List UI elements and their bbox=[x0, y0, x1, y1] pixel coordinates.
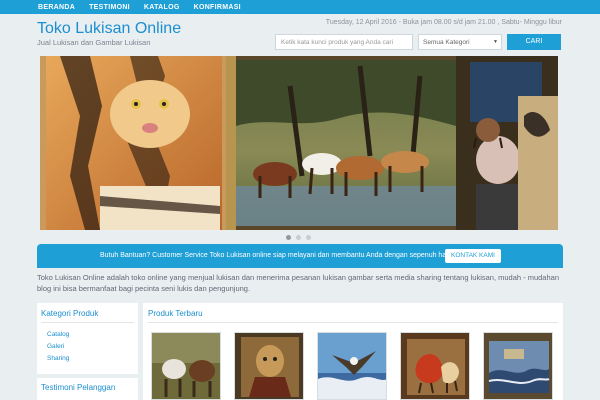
slider-dot-2[interactable] bbox=[296, 235, 301, 240]
intro-paragraph: Toko Lukisan Online adalah toko online y… bbox=[37, 273, 559, 293]
help-text: Butuh Bantuan? Customer Service Toko Luk… bbox=[100, 252, 452, 259]
category-select[interactable]: Semua Kategori ▼ bbox=[418, 34, 502, 50]
sidebar-testimoni: Testimoni Pelanggan bbox=[37, 378, 138, 400]
sidebar-testimoni-title: Testimoni Pelanggan bbox=[41, 383, 116, 392]
contact-button[interactable]: KONTAK KAMI bbox=[445, 249, 501, 263]
products-title: Produk Terbaru bbox=[148, 309, 203, 318]
slider-dots bbox=[286, 235, 311, 240]
slider-dot-1[interactable] bbox=[286, 235, 291, 240]
slider-dot-3[interactable] bbox=[306, 235, 311, 240]
nav-item-testimoni[interactable]: TESTIMONI bbox=[89, 4, 130, 11]
site-title[interactable]: Toko Lukisan Online bbox=[37, 20, 181, 38]
sidebar-item-catalog[interactable]: Catalog bbox=[47, 331, 69, 343]
product-thumbnail[interactable] bbox=[483, 332, 553, 400]
search-button[interactable]: CARI bbox=[507, 34, 561, 50]
nav-item-konfirmasi[interactable]: KONFIRMASI bbox=[194, 4, 241, 11]
sidebar-categories-title: Kategori Produk bbox=[41, 309, 99, 318]
product-thumbnail[interactable] bbox=[317, 332, 387, 400]
search-input[interactable]: Ketik kata kunci produk yang Anda cari bbox=[275, 34, 413, 50]
help-banner: Butuh Bantuan? Customer Service Toko Luk… bbox=[37, 244, 563, 268]
category-select-value: Semua Kategori bbox=[423, 39, 470, 46]
date-hours-text: Tuesday, 12 April 2016 - Buka jam 08.00 … bbox=[325, 19, 562, 26]
sidebar-categories: Kategori Produk Catalog Galeri Sharing bbox=[37, 303, 138, 374]
product-thumbnail[interactable] bbox=[400, 332, 470, 400]
sidebar-item-sharing[interactable]: Sharing bbox=[47, 355, 69, 367]
chevron-down-icon: ▼ bbox=[493, 39, 498, 45]
top-nav-bar: BERANDA TESTIMONI KATALOG KONFIRMASI bbox=[0, 0, 600, 14]
divider bbox=[41, 322, 134, 323]
hero-slider-image[interactable] bbox=[40, 56, 558, 230]
nav-item-beranda[interactable]: BERANDA bbox=[38, 4, 75, 11]
latest-products-panel: Produk Terbaru bbox=[143, 303, 563, 400]
divider bbox=[148, 322, 558, 323]
nav-item-katalog[interactable]: KATALOG bbox=[144, 4, 180, 11]
product-thumbnail[interactable] bbox=[151, 332, 221, 400]
sidebar-item-galeri[interactable]: Galeri bbox=[47, 343, 69, 355]
site-tagline: Jual Lukisan dan Gambar Lukisan bbox=[37, 38, 151, 47]
product-thumbnail[interactable] bbox=[234, 332, 304, 400]
